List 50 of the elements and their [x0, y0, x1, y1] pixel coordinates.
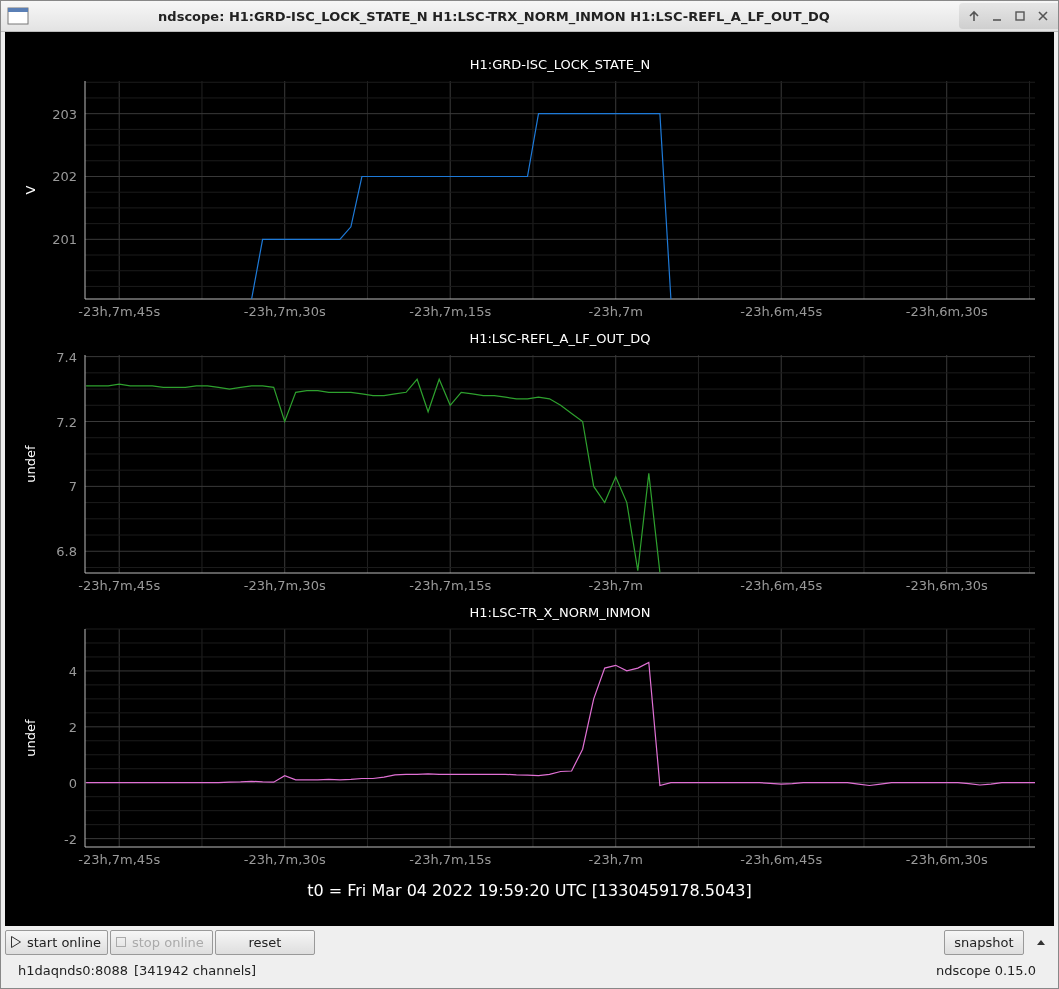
- x-tick-label: -23h,7m,45s: [78, 304, 161, 319]
- plot-title: H1:GRD-ISC_LOCK_STATE_N: [468, 57, 652, 74]
- x-tick-label: -23h,7m,15s: [409, 852, 492, 867]
- x-tick-label: -23h,6m,30s: [905, 852, 988, 867]
- x-tick-label: -23h,6m,30s: [905, 304, 988, 319]
- x-tick-label: -23h,7m: [588, 578, 643, 593]
- y-axis-label: undef: [23, 719, 38, 757]
- x-tick-label: -23h,7m: [588, 304, 643, 319]
- stop-icon: [115, 935, 127, 949]
- channel-count: [341942 channels]: [134, 962, 257, 978]
- window-title: ndscope: H1:GRD-ISC_LOCK_STATE_N H1:LSC-TRX_NORM_INMON H1:LSC-REFL_A_LF_OUT_DQ: [157, 8, 831, 24]
- x-tick-label: -23h,6m,30s: [905, 578, 988, 593]
- y-axis-label: V: [23, 185, 38, 195]
- y-tick-label: 201: [52, 232, 77, 248]
- y-axis-label: undef: [23, 445, 38, 483]
- y-tick-label: 4: [68, 663, 77, 679]
- y-tick-label: 7.4: [56, 349, 77, 365]
- y-tick-label: 6.8: [56, 544, 77, 560]
- y-tick-label: 203: [52, 106, 77, 122]
- x-tick-label: -23h,6m,45s: [740, 304, 823, 319]
- snapshot-button[interactable]: snapshot: [944, 929, 1024, 955]
- maximize-icon[interactable]: [1013, 9, 1027, 23]
- x-tick-label: -23h,6m,45s: [740, 578, 823, 593]
- y-tick-label: -2: [64, 831, 77, 847]
- y-tick-label: 0: [68, 775, 77, 791]
- plot-title: H1:LSC-REFL_A_LF_OUT_DQ: [468, 331, 652, 348]
- x-tick-label: -23h,7m: [588, 852, 643, 867]
- y-tick-label: 7: [68, 479, 77, 495]
- x-tick-label: -23h,6m,45s: [740, 852, 823, 867]
- t0-timestamp: t0 = Fri Mar 04 2022 19:59:20 UTC [1330459178.5043]: [306, 881, 753, 900]
- caret-icon[interactable]: [1036, 938, 1046, 946]
- x-tick-label: -23h,7m,15s: [409, 304, 492, 319]
- x-tick-label: -23h,7m,30s: [243, 304, 326, 319]
- version-label: ndscope 0.15.0: [935, 962, 1036, 978]
- y-tick-label: 7.2: [56, 414, 77, 430]
- play-icon: [10, 935, 22, 949]
- x-tick-label: -23h,7m,45s: [78, 852, 161, 867]
- server-address: h1daqnds0:8088: [18, 962, 128, 978]
- y-tick-label: 202: [52, 169, 77, 185]
- window-icon: [7, 7, 29, 25]
- plot-title: H1:LSC-TR_X_NORM_INMON: [468, 605, 652, 622]
- y-tick-label: 2: [68, 719, 77, 735]
- x-tick-label: -23h,7m,45s: [78, 578, 161, 593]
- close-icon[interactable]: [1036, 9, 1050, 23]
- x-tick-label: -23h,7m,15s: [409, 578, 492, 593]
- x-tick-label: -23h,7m,30s: [243, 852, 326, 867]
- toolbar-button[interactable]: reset: [215, 929, 315, 955]
- toolbar-button[interactable]: start online: [5, 929, 108, 955]
- x-tick-label: -23h,7m,30s: [243, 578, 326, 593]
- up-arrow-icon[interactable]: [967, 9, 981, 23]
